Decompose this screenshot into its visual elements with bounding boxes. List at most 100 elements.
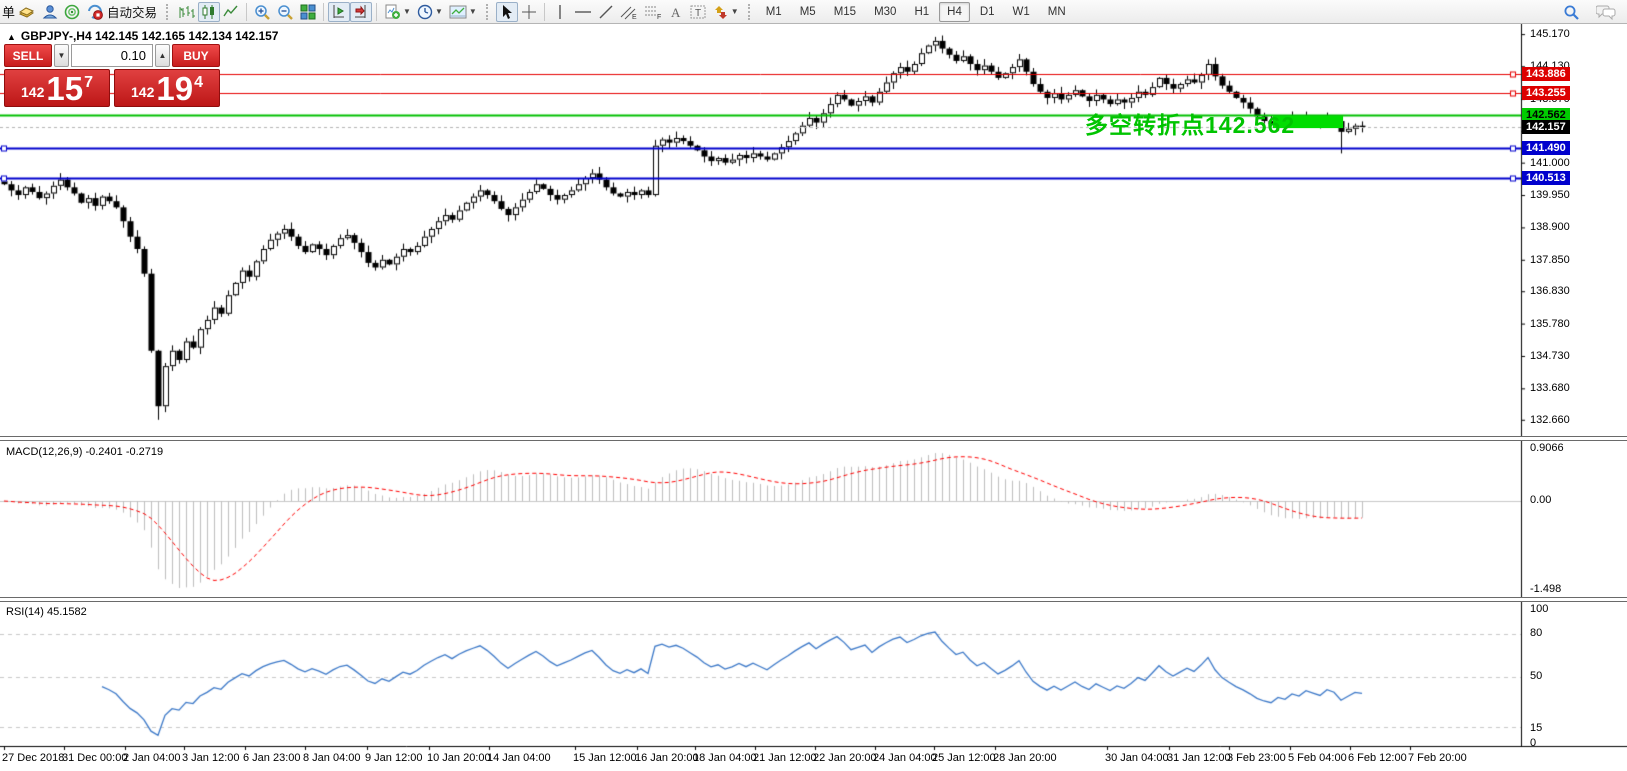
rsi-scale-label: 100 (1530, 603, 1548, 615)
turning-point-annotation[interactable]: 多空转折点142.562 (1085, 106, 1295, 140)
buy-price-pip: 4 (194, 74, 203, 92)
tab-timeframe-m5[interactable]: M5 (792, 2, 824, 22)
time-axis-label: 3 Feb 23:00 (1227, 752, 1286, 764)
macd-indicator-label: MACD(12,26,9) -0.2401 -0.2719 (6, 446, 163, 458)
autotrading-label: 自动交易 (107, 2, 157, 21)
zoom-out-icon[interactable] (274, 2, 297, 22)
price-tick-label: 133.680 (1530, 382, 1570, 394)
rsi-scale-label: 50 (1530, 670, 1542, 682)
journal-icon[interactable] (15, 2, 38, 22)
level-price-tag[interactable]: 142.157 (1522, 120, 1570, 134)
text-label-icon[interactable]: T (687, 2, 710, 22)
bar-chart-icon[interactable] (176, 2, 198, 22)
candlestick-icon[interactable] (198, 2, 220, 22)
mt4-terminal: 单 自动交易 (0, 0, 1627, 771)
new-order-button[interactable]: 单 (2, 2, 15, 21)
time-axis-label: 16 Jan 20:00 (635, 752, 699, 764)
sell-price[interactable]: 142 15 7 (4, 69, 110, 107)
chart-canvas[interactable] (0, 24, 1627, 771)
volume-increase-button[interactable]: ▲ (155, 44, 170, 67)
tab-timeframe-h4[interactable]: H4 (939, 2, 970, 22)
text-icon[interactable]: A (665, 2, 687, 22)
buy-button[interactable]: BUY (172, 44, 220, 67)
community-icon[interactable] (38, 2, 61, 22)
channel-icon[interactable]: E (617, 2, 641, 22)
sell-button[interactable]: SELL (4, 44, 52, 67)
cursor-icon[interactable] (496, 2, 518, 22)
svg-text:E: E (632, 14, 637, 20)
tile-windows-icon[interactable] (297, 2, 319, 22)
price-tick-label: 141.000 (1530, 157, 1570, 169)
one-click-trading-panel: SELL ▼ 0.10 ▲ BUY 142 15 7 142 19 4 (4, 44, 220, 107)
tab-timeframe-mn[interactable]: MN (1040, 2, 1074, 22)
panel-separator[interactable] (0, 597, 1627, 602)
level-price-tag[interactable]: 141.490 (1522, 141, 1570, 155)
chart-shift-icon[interactable] (350, 2, 372, 22)
horizontal-line-icon[interactable] (571, 2, 595, 22)
toolbar-grip (748, 4, 755, 20)
time-axis-label: 24 Jan 04:00 (873, 752, 937, 764)
line-chart-icon[interactable] (220, 2, 242, 22)
panel-separator[interactable] (0, 436, 1627, 441)
periods-icon[interactable]: ▼ (414, 2, 446, 22)
price-tick-label: 139.950 (1530, 189, 1570, 201)
time-axis-label: 9 Jan 12:00 (365, 752, 423, 764)
sell-price-base: 142 (21, 84, 44, 100)
time-axis-label: 28 Jan 20:00 (993, 752, 1057, 764)
collapse-chart-icon[interactable]: ▲ (7, 32, 16, 42)
time-axis-label: 30 Jan 04:00 (1105, 752, 1169, 764)
level-price-tag[interactable]: 140.513 (1522, 171, 1570, 185)
buy-price-base: 142 (131, 84, 154, 100)
time-axis-label: 25 Jan 12:00 (932, 752, 996, 764)
time-axis-label: 31 Jan 12:00 (1167, 752, 1231, 764)
volume-input[interactable]: 0.10 (71, 44, 153, 67)
time-axis-label: 6 Feb 12:00 (1348, 752, 1407, 764)
level-price-tag[interactable]: 143.886 (1522, 67, 1570, 81)
svg-text:F: F (657, 14, 661, 20)
vertical-line-icon[interactable] (549, 2, 571, 22)
tab-timeframe-h1[interactable]: H1 (906, 2, 937, 22)
search-icon[interactable] (1560, 2, 1583, 22)
volume-decrease-button[interactable]: ▼ (54, 44, 69, 67)
price-tick-label: 132.660 (1530, 414, 1570, 426)
signals-icon[interactable] (61, 2, 84, 22)
time-axis-label: 3 Jan 12:00 (182, 752, 240, 764)
rsi-scale-label: 15 (1530, 722, 1542, 734)
autoscroll-icon[interactable] (328, 2, 350, 22)
zoom-in-icon[interactable] (251, 2, 274, 22)
templates-icon[interactable]: ▼ (446, 2, 480, 22)
chat-icon[interactable] (1593, 2, 1619, 22)
buy-price[interactable]: 142 19 4 (114, 69, 220, 107)
chart-header: ▲ GBPJPY-,H4 142.145 142.165 142.134 142.… (7, 29, 278, 43)
autotrading-icon[interactable]: 自动交易 (84, 2, 160, 22)
ohlc-values: 142.145 142.165 142.134 142.157 (95, 29, 279, 43)
tab-timeframe-m15[interactable]: M15 (826, 2, 864, 22)
level-price-tag[interactable]: 143.255 (1522, 86, 1570, 100)
trendline-icon[interactable] (595, 2, 617, 22)
rsi-scale-label: 80 (1530, 627, 1542, 639)
time-axis-label: 22 Jan 20:00 (813, 752, 877, 764)
tab-timeframe-m1[interactable]: M1 (758, 2, 790, 22)
time-axis-label: 7 Feb 20:00 (1408, 752, 1467, 764)
toolbar-grip (166, 4, 173, 20)
fibonacci-icon[interactable]: F (641, 2, 665, 22)
sell-price-main: 15 (46, 74, 83, 104)
price-tick-label: 136.830 (1530, 285, 1570, 297)
sell-price-pip: 7 (84, 74, 93, 92)
time-axis-label: 8 Jan 04:00 (303, 752, 361, 764)
tab-timeframe-w1[interactable]: W1 (1005, 2, 1038, 22)
svg-text:T: T (695, 8, 701, 19)
time-axis-label: 27 Dec 2018 (2, 752, 64, 764)
time-axis-label: 15 Jan 12:00 (573, 752, 637, 764)
tab-timeframe-d1[interactable]: D1 (972, 2, 1003, 22)
timeframe-toolbar: M1M5M15M30H1H4D1W1MN (758, 2, 1074, 22)
tab-timeframe-m30[interactable]: M30 (866, 2, 904, 22)
symbol-name: GBPJPY-,H4 (21, 29, 92, 43)
main-toolbar: 单 自动交易 (0, 0, 1627, 24)
time-axis-label: 2 Jan 04:00 (123, 752, 181, 764)
price-tick-label: 137.850 (1530, 254, 1570, 266)
crosshair-icon[interactable] (518, 2, 540, 22)
arrows-icon[interactable]: ▼ (710, 2, 742, 22)
add-indicator-icon[interactable]: ▼ (381, 2, 414, 22)
time-axis-label: 18 Jan 04:00 (693, 752, 757, 764)
